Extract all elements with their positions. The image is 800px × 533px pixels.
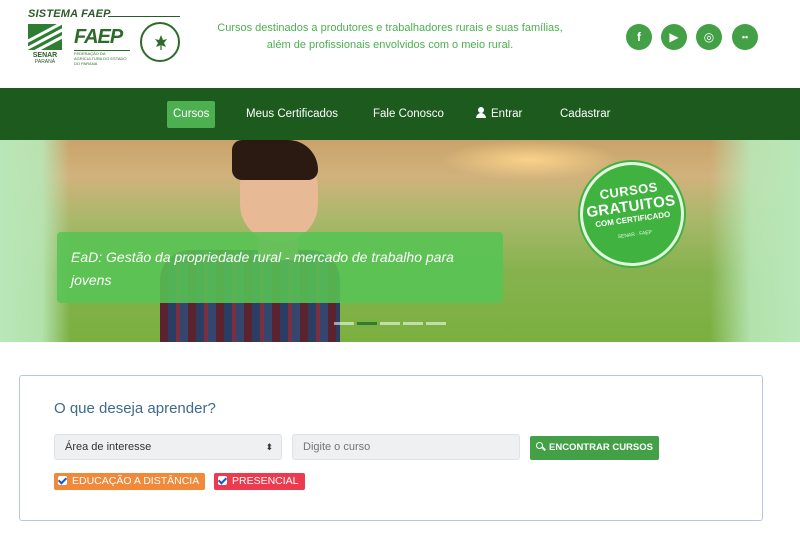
tagline-line-2: além de profissionais envolvidos com o m… <box>266 39 514 51</box>
filter-ead-checkbox[interactable]: EDUCAÇÃO A DISTÂNCIA <box>54 473 206 490</box>
tagline-line-1: Cursos destinados a produtores e trabalh… <box>217 22 563 34</box>
nav-item-entrar-label: Entrar <box>491 108 523 120</box>
nav-item-meus-certificados[interactable]: Meus Certificados <box>240 101 344 128</box>
carousel-dot[interactable] <box>426 322 446 325</box>
checkbox-checked-icon <box>58 476 67 485</box>
youtube-icon[interactable]: ▶ <box>661 24 687 50</box>
facebook-icon[interactable]: f <box>626 24 652 50</box>
carousel-dot[interactable] <box>380 322 400 325</box>
course-search-panel: O que deseja aprender? Área de interesse… <box>19 375 763 521</box>
nav-item-cursos[interactable]: Cursos <box>167 101 216 128</box>
senar-logo-subtext: PARANÁ <box>34 59 56 65</box>
user-icon <box>476 107 486 118</box>
nav-item-entrar[interactable]: Entrar <box>470 101 528 128</box>
brand-title: SISTEMA FAEP <box>28 8 111 20</box>
senar-logo-text: SENAR <box>32 52 58 59</box>
find-courses-button[interactable]: ENCONTRAR CURSOS <box>530 436 659 460</box>
carousel-indicators <box>334 322 454 325</box>
filter-presencial-label: PRESENCIAL <box>232 475 299 487</box>
carousel-dot-active[interactable] <box>357 322 377 325</box>
select-arrows-icon: ⬍ <box>265 442 273 452</box>
social-links: f ▶ ◎ •• <box>626 24 762 50</box>
carousel-dot[interactable] <box>334 322 354 325</box>
banner-fade-right <box>710 140 800 342</box>
checkbox-checked-icon <box>218 476 227 485</box>
sunset-glow <box>440 140 620 180</box>
filter-presencial-checkbox[interactable]: PRESENCIAL <box>214 473 305 490</box>
slide-title: EaD: Gestão da propriedade rural - merca… <box>71 249 454 288</box>
area-select-value: Área de interesse <box>65 441 152 453</box>
area-of-interest-select[interactable]: Área de interesse ⬍ <box>54 434 282 460</box>
search-icon <box>536 442 545 451</box>
carousel-dot[interactable] <box>403 322 423 325</box>
flickr-icon[interactable]: •• <box>732 24 758 50</box>
nav-item-cadastrar[interactable]: Cadastrar <box>554 101 617 128</box>
filter-ead-label: EDUCAÇÃO A DISTÂNCIA <box>72 475 200 487</box>
senar-logo[interactable]: SENAR PARANÁ <box>28 24 62 66</box>
person-hair <box>232 140 318 180</box>
site-tagline: Cursos destinados a produtores e trabalh… <box>200 20 580 54</box>
brand-rule <box>108 16 180 17</box>
main-nav: Cursos Meus Certificados Fale Conosco En… <box>0 88 800 140</box>
sindicato-rural-logo[interactable] <box>140 22 180 62</box>
senar-logo-mark <box>28 24 62 50</box>
leaf-icon <box>155 35 167 50</box>
nav-item-fale-conosco[interactable]: Fale Conosco <box>367 101 450 128</box>
faep-logo[interactable]: FAEP FEDERAÇÃO DA AGRICULTURA DO ESTADO … <box>74 26 130 66</box>
slide-caption[interactable]: EaD: Gestão da propriedade rural - merca… <box>57 232 503 303</box>
site-header: SISTEMA FAEP SENAR PARANÁ FAEP FEDERAÇÃO… <box>0 0 800 88</box>
brand-logos[interactable]: SISTEMA FAEP SENAR PARANÁ FAEP FEDERAÇÃO… <box>28 8 188 66</box>
search-panel-title: O que deseja aprender? <box>54 400 216 417</box>
find-courses-label: ENCONTRAR CURSOS <box>549 442 653 453</box>
faep-logo-text: FAEP <box>74 26 123 48</box>
hero-carousel[interactable]: EaD: Gestão da propriedade rural - merca… <box>0 140 800 342</box>
course-search-input[interactable] <box>292 434 520 460</box>
faep-logo-caption: FEDERAÇÃO DA AGRICULTURA DO ESTADO DO PA… <box>74 51 127 66</box>
instagram-icon[interactable]: ◎ <box>696 24 722 50</box>
